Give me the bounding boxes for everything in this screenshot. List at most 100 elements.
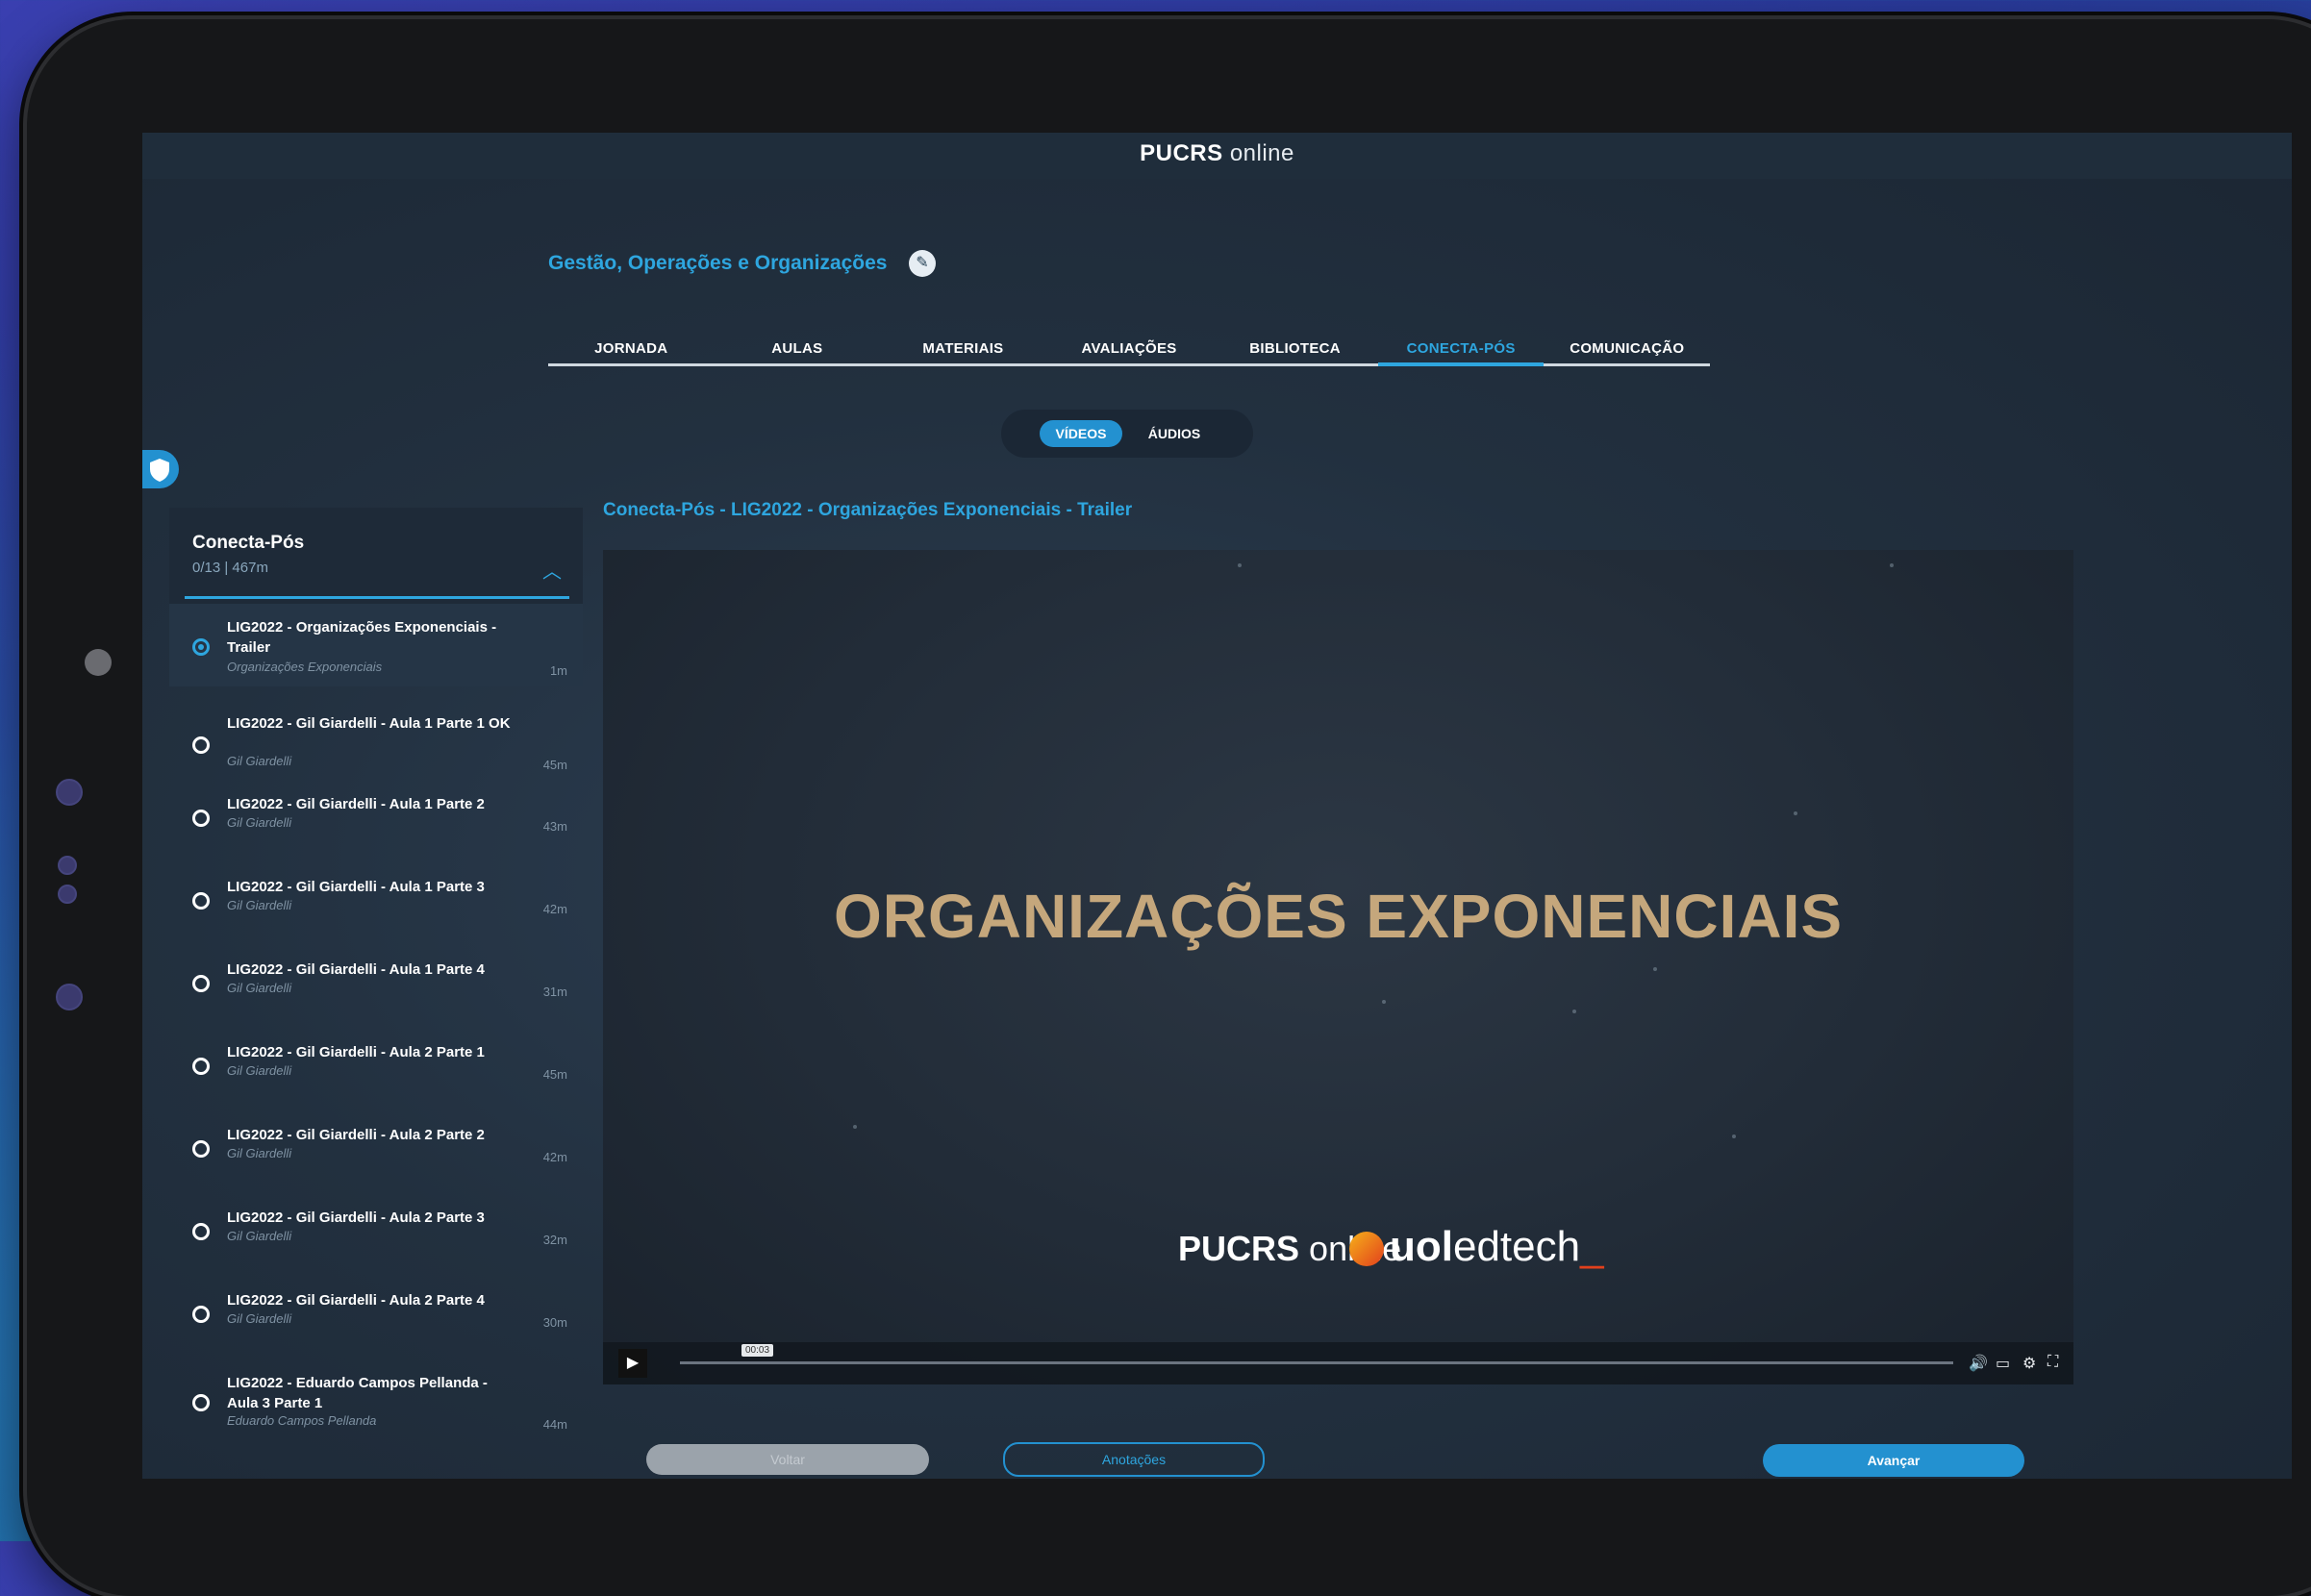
list-item[interactable]: LIG2022 - Gil Giardelli - Aula 2 Parte 3…	[169, 1208, 583, 1290]
course-title: Gestão, Operações e Organizações	[548, 252, 888, 274]
decor-dot	[1732, 1135, 1736, 1138]
list-item[interactable]: LIG2022 - Gil Giardelli - Aula 2 Parte 2…	[169, 1125, 583, 1208]
list-item[interactable]: LIG2022 - Organizações Exponenciais - Tr…	[169, 604, 583, 686]
radio-icon[interactable]	[192, 1058, 210, 1075]
media-toggle: VÍDEOS ÁUDIOS	[1001, 410, 1253, 458]
next-button[interactable]: Avançar	[1763, 1444, 2024, 1477]
chevron-up-icon[interactable]: ︿	[542, 556, 562, 584]
list-item[interactable]: LIG2022 - Gil Giardelli - Aula 1 Parte 4…	[169, 960, 583, 1042]
item-duration: 42m	[542, 1150, 567, 1164]
item-subtitle: Eduardo Campos Pellanda	[227, 1413, 377, 1428]
item-duration: 45m	[542, 1067, 567, 1082]
item-duration: 30m	[542, 1315, 567, 1330]
radio-icon[interactable]	[192, 1223, 210, 1240]
item-duration: 44m	[542, 1417, 567, 1432]
item-subtitle: Organizações Exponenciais	[227, 660, 383, 674]
item-title: LIG2022 - Gil Giardelli - Aula 1 Parte 3	[227, 879, 485, 895]
item-subtitle: Gil Giardelli	[227, 981, 292, 995]
list-item[interactable]: LIG2022 - Eduardo Campos Pellanda - Aula…	[169, 1373, 583, 1461]
pencil-icon[interactable]: ✎	[909, 250, 936, 277]
tab-comunicacao[interactable]: COMUNICAÇÃO	[1544, 333, 1710, 363]
item-subtitle: Gil Giardelli	[227, 815, 292, 830]
pucrs-logo[interactable]: PUCRS online	[142, 140, 2292, 167]
list-item[interactable]: LIG2022 - Gil Giardelli - Aula 1 Parte 3…	[169, 877, 583, 960]
top-bar: PUCRS online	[142, 133, 2292, 179]
radio-selected-icon[interactable]	[192, 638, 210, 656]
video-player[interactable]: ORGANIZAÇÕES EXPONENCIAIS PUCRS online u…	[603, 550, 2073, 1384]
item-title: LIG2022 - Gil Giardelli - Aula 2 Parte 3	[227, 1209, 485, 1226]
decor-dot	[1890, 563, 1894, 567]
tablet-frame: PUCRS online Gestão, Operações e Organiz…	[27, 19, 2311, 1596]
item-title: LIG2022 - Eduardo Campos Pellanda - Aula…	[227, 1375, 488, 1411]
decor-dot	[853, 1125, 857, 1129]
decor-dot	[1238, 563, 1242, 567]
toggle-audios[interactable]: ÁUDIOS	[1131, 420, 1218, 447]
item-subtitle: Gil Giardelli	[227, 1063, 292, 1078]
current-time: 00:03	[741, 1344, 774, 1357]
list-item[interactable]: LIG2022 - Gil Giardelli - Aula 2 Parte 4…	[169, 1290, 583, 1373]
play-icon[interactable]: ▶	[618, 1349, 647, 1378]
item-duration: 43m	[542, 819, 567, 834]
radio-icon[interactable]	[192, 810, 210, 827]
side-dot	[58, 885, 77, 904]
playlist-list: LIG2022 - Organizações Exponenciais - Tr…	[169, 604, 583, 1461]
side-dot	[56, 779, 83, 806]
camera	[85, 649, 112, 676]
main-tabs: JORNADA AULAS MATERIAIS AVALIAÇÕES BIBLI…	[548, 333, 1710, 366]
item-duration: 42m	[542, 902, 567, 916]
item-subtitle: Gil Giardelli	[227, 1229, 292, 1243]
item-title: LIG2022 - Gil Giardelli - Aula 1 Parte 4	[227, 961, 485, 978]
video-title: Conecta-Pós - LIG2022 - Organizações Exp…	[603, 500, 1133, 520]
item-title: LIG2022 - Gil Giardelli - Aula 2 Parte 1	[227, 1044, 485, 1060]
captions-icon[interactable]: ▭	[1996, 1354, 2010, 1373]
side-dot	[58, 856, 77, 875]
radio-icon[interactable]	[192, 1394, 210, 1411]
decor-dot	[1653, 967, 1657, 971]
item-duration: 45m	[542, 758, 567, 772]
player-controls: ▶ 00:03 🔊 ▭ ⚙ ⛶	[603, 1342, 2073, 1384]
playlist-title: Conecta-Pós	[192, 533, 305, 553]
item-subtitle: Gil Giardelli	[227, 754, 292, 768]
uol-edtech-logo: uoledtech_	[1349, 1223, 1604, 1271]
tab-biblioteca[interactable]: BIBLIOTECA	[1212, 333, 1378, 363]
radio-icon[interactable]	[192, 1306, 210, 1323]
item-duration: 1m	[549, 663, 567, 678]
decor-dot	[1572, 1010, 1576, 1013]
video-frame-title: ORGANIZAÇÕES EXPONENCIAIS	[833, 882, 1844, 951]
tab-avaliacoes[interactable]: AVALIAÇÕES	[1046, 333, 1213, 363]
tab-conecta-pos[interactable]: CONECTA-PÓS	[1377, 333, 1545, 366]
back-button[interactable]: Voltar	[646, 1444, 929, 1475]
fullscreen-icon[interactable]: ⛶	[2047, 1354, 2058, 1371]
item-title: LIG2022 - Gil Giardelli - Aula 2 Parte 2	[227, 1127, 485, 1143]
item-subtitle: Gil Giardelli	[227, 1311, 292, 1326]
item-title: LIG2022 - Organizações Exponenciais - Tr…	[227, 619, 497, 656]
item-duration: 32m	[542, 1233, 567, 1247]
tab-aulas[interactable]: AULAS	[715, 333, 881, 363]
decor-dot	[1794, 811, 1797, 815]
tab-jornada[interactable]: JORNADA	[548, 333, 715, 363]
toggle-videos[interactable]: VÍDEOS	[1040, 420, 1122, 447]
playlist-progress: 0/13 | 467m	[192, 560, 268, 576]
radio-icon[interactable]	[192, 1140, 210, 1158]
seek-bar[interactable]: 00:03	[680, 1344, 1953, 1364]
radio-icon[interactable]	[192, 892, 210, 910]
side-dot	[56, 984, 83, 1010]
app-screen: PUCRS online Gestão, Operações e Organiz…	[142, 133, 2292, 1479]
list-item[interactable]: LIG2022 - Gil Giardelli - Aula 2 Parte 1…	[169, 1042, 583, 1125]
item-duration: 31m	[542, 985, 567, 999]
radio-icon[interactable]	[192, 736, 210, 754]
volume-icon[interactable]: 🔊	[1969, 1354, 1988, 1373]
playlist-header[interactable]: Conecta-Pós 0/13 | 467m ︿	[169, 508, 583, 604]
decor-dot	[1382, 1000, 1386, 1004]
shield-icon[interactable]	[142, 450, 179, 488]
item-title: LIG2022 - Gil Giardelli - Aula 1 Parte 2	[227, 796, 485, 812]
list-item[interactable]: LIG2022 - Gil Giardelli - Aula 1 Parte 2…	[169, 794, 583, 877]
item-title: LIG2022 - Gil Giardelli - Aula 1 Parte 1…	[227, 715, 511, 732]
list-item[interactable]: LIG2022 - Gil Giardelli - Aula 1 Parte 1…	[169, 706, 583, 794]
playlist-sidebar: Conecta-Pós 0/13 | 467m ︿ LIG2022 - Orga…	[169, 508, 583, 1479]
radio-icon[interactable]	[192, 975, 210, 992]
notes-button[interactable]: Anotações	[1003, 1442, 1265, 1477]
playlist-header-underline	[185, 596, 569, 599]
settings-icon[interactable]: ⚙	[2022, 1354, 2036, 1373]
tab-materiais[interactable]: MATERIAIS	[880, 333, 1046, 363]
